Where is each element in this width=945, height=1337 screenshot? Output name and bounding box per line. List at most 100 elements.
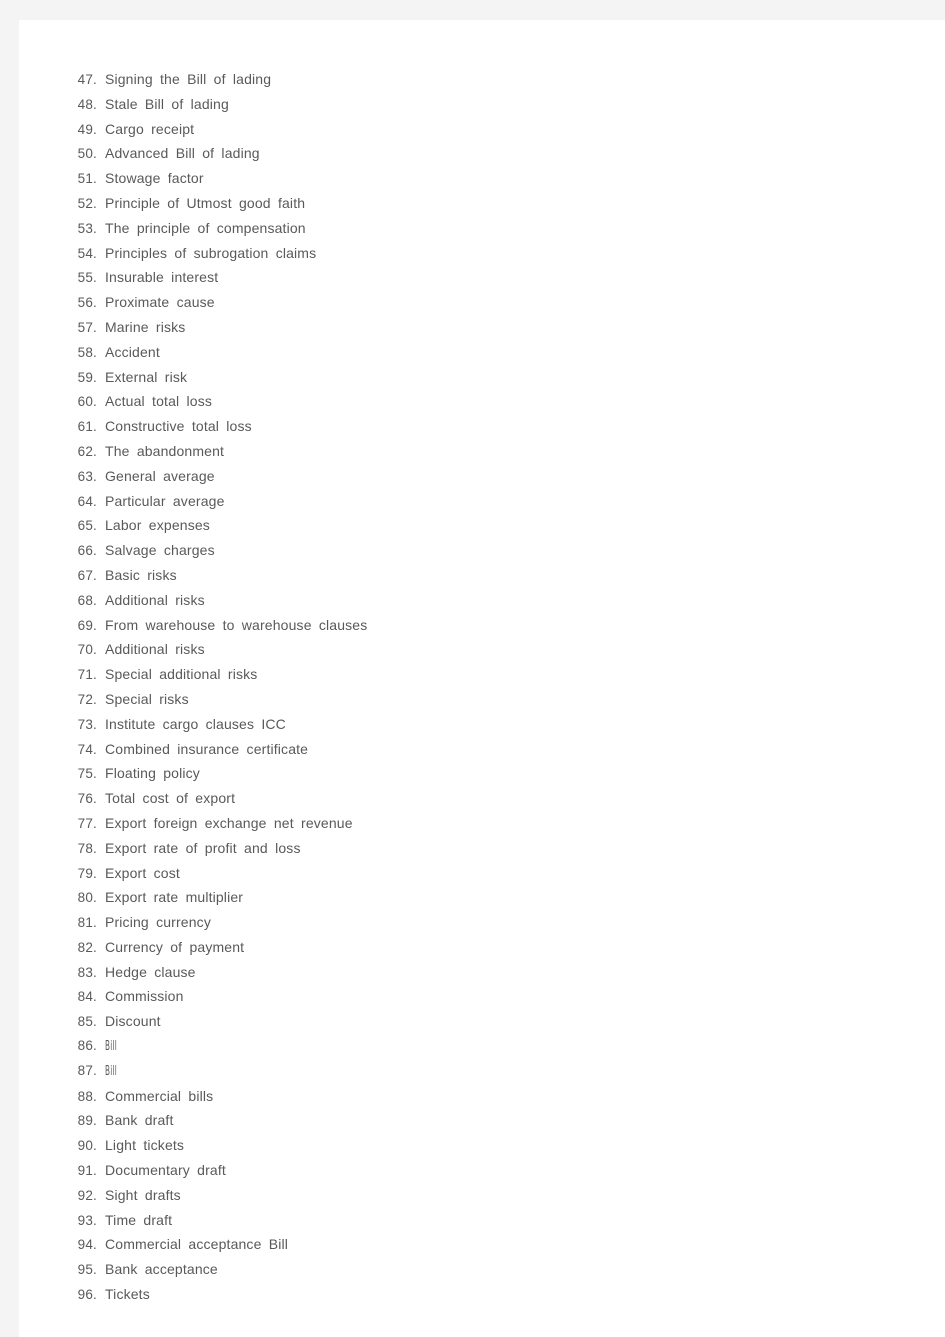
list-item: 56. Proximate cause bbox=[19, 290, 945, 315]
list-item: 66. Salvage charges bbox=[19, 538, 945, 563]
list-item-label: From warehouse to warehouse clauses bbox=[105, 616, 368, 633]
list-item: 96. Tickets bbox=[19, 1282, 945, 1307]
list-item-number: 79. bbox=[77, 865, 97, 881]
list-item-number: 90. bbox=[77, 1138, 97, 1154]
list-item-number: 51. bbox=[77, 171, 97, 187]
list-item-number: 57. bbox=[77, 319, 97, 335]
list-item: 61. Constructive total loss bbox=[19, 414, 945, 439]
list-item: 76. Total cost of export bbox=[19, 786, 945, 811]
list-item-number: 88. bbox=[77, 1088, 97, 1104]
list-item-label: Export rate of profit and loss bbox=[105, 839, 301, 856]
list-item-label: Bill bbox=[105, 1063, 118, 1079]
list-item-label: Time draft bbox=[105, 1211, 173, 1228]
list-item: 80. Export rate multiplier bbox=[19, 885, 945, 910]
list-item-number: 62. bbox=[77, 443, 97, 459]
list-item-number: 76. bbox=[77, 791, 97, 807]
list-item-label: Stale Bill of lading bbox=[105, 95, 229, 112]
list-item-number: 64. bbox=[77, 493, 97, 509]
list-item: 68. Additional risks bbox=[19, 588, 945, 613]
list-item-number: 68. bbox=[77, 592, 97, 608]
list-item-label: Additional risks bbox=[105, 591, 205, 608]
list-item: 54. Principles of subrogation claims bbox=[19, 241, 945, 266]
list-item-label: Proximate cause bbox=[105, 294, 215, 311]
list-item-label: Export cost bbox=[105, 864, 180, 881]
list-item-label: Light tickets bbox=[105, 1137, 185, 1154]
list-item-label: Pricing currency bbox=[105, 914, 211, 931]
list-item-number: 96. bbox=[77, 1287, 97, 1303]
list-item-number: 69. bbox=[77, 617, 97, 633]
list-item-number: 63. bbox=[77, 468, 97, 484]
list-item-number: 66. bbox=[77, 543, 97, 559]
list-item-number: 48. bbox=[77, 96, 97, 112]
list-item-label: Additional risks bbox=[105, 641, 205, 658]
list-item-label: Commercial acceptance Bill bbox=[105, 1236, 289, 1253]
list-item-label: Export foreign exchange net revenue bbox=[105, 814, 353, 831]
list-item-number: 71. bbox=[77, 667, 97, 683]
numbered-list: 47. Signing the Bill of lading 48. Stale Bi… bbox=[19, 67, 945, 1307]
list-item: 69. From warehouse to warehouse clauses bbox=[19, 613, 945, 638]
list-item: 64. Particular average bbox=[19, 489, 945, 514]
list-item-label: Currency of payment bbox=[105, 938, 245, 955]
list-item: 79. Export cost bbox=[19, 861, 945, 886]
list-item: 73. Institute cargo clauses ICC bbox=[19, 712, 945, 737]
list-item-number: 85. bbox=[77, 1014, 97, 1030]
list-item: 60. Actual total loss bbox=[19, 389, 945, 414]
list-item-label: Commercial bills bbox=[105, 1087, 214, 1104]
list-item: 59. External risk bbox=[19, 365, 945, 390]
list-item-label: Discount bbox=[105, 1013, 161, 1030]
list-item-number: 70. bbox=[77, 642, 97, 658]
list-item-number: 56. bbox=[77, 295, 97, 311]
list-item-number: 78. bbox=[77, 840, 97, 856]
list-item-label: Signing the Bill of lading bbox=[105, 71, 272, 87]
list-item-number: 82. bbox=[77, 939, 97, 955]
list-item-number: 61. bbox=[77, 419, 97, 435]
list-item-label: Bank acceptance bbox=[105, 1261, 218, 1278]
list-item: 51. Stowage factor bbox=[19, 166, 945, 191]
list-item-label: Combined insurance certificate bbox=[105, 740, 309, 757]
list-item-number: 58. bbox=[77, 344, 97, 360]
list-item-label: Accident bbox=[105, 343, 160, 360]
list-item: 70. Additional risks bbox=[19, 637, 945, 662]
list-item: 94. Commercial acceptance Bill bbox=[19, 1232, 945, 1257]
list-item: 57. Marine risks bbox=[19, 315, 945, 340]
list-item-label: Constructive total loss bbox=[105, 418, 252, 435]
list-item: 85. Discount bbox=[19, 1009, 945, 1034]
list-item-label: Advanced Bill of lading bbox=[105, 145, 260, 162]
list-item: 92. Sight drafts bbox=[19, 1183, 945, 1208]
list-item: 52. Principle of Utmost good faith bbox=[19, 191, 945, 216]
list-item-label: Principles of subrogation claims bbox=[105, 244, 317, 261]
list-item: 95. Bank acceptance bbox=[19, 1257, 945, 1282]
list-item: 72. Special risks bbox=[19, 687, 945, 712]
list-item: 84. Commission bbox=[19, 984, 945, 1009]
list-item-number: 84. bbox=[77, 989, 97, 1005]
list-item-number: 83. bbox=[77, 964, 97, 980]
list-item: 88. Commercial bills bbox=[19, 1084, 945, 1109]
list-item-number: 86. bbox=[77, 1038, 97, 1054]
list-item-label: The abandonment bbox=[105, 442, 225, 459]
list-item: 48. Stale Bill of lading bbox=[19, 92, 945, 117]
list-item: 89. Bank draft bbox=[19, 1108, 945, 1133]
list-item-label: Special risks bbox=[105, 690, 189, 707]
list-item-label: Principle of Utmost good faith bbox=[105, 194, 306, 211]
list-item-number: 49. bbox=[77, 121, 97, 137]
list-item: 82. Currency of payment bbox=[19, 935, 945, 960]
list-item-label: Stowage factor bbox=[105, 170, 204, 187]
list-item-number: 80. bbox=[77, 890, 97, 906]
list-item: 77. Export foreign exchange net revenue bbox=[19, 811, 945, 836]
list-item-label: Particular average bbox=[105, 492, 225, 509]
list-item: 87. Bill bbox=[19, 1059, 945, 1084]
list-item: 90. Light tickets bbox=[19, 1133, 945, 1158]
list-item-number: 47. bbox=[77, 72, 97, 87]
list-item: 62. The abandonment bbox=[19, 439, 945, 464]
list-item-number: 77. bbox=[77, 815, 97, 831]
list-item: 74. Combined insurance certificate bbox=[19, 737, 945, 762]
list-item: 50. Advanced Bill of lading bbox=[19, 141, 945, 166]
list-item-number: 92. bbox=[77, 1187, 97, 1203]
document-page: 47. Signing the Bill of lading 48. Stale Bi… bbox=[19, 20, 945, 1337]
list-item-number: 67. bbox=[77, 567, 97, 583]
list-item-label: Bank draft bbox=[105, 1112, 174, 1129]
list-item-label: Total cost of export bbox=[105, 790, 236, 807]
list-item-label: Export rate multiplier bbox=[105, 889, 244, 906]
list-item-number: 93. bbox=[77, 1212, 97, 1228]
list-item-number: 54. bbox=[77, 245, 97, 261]
